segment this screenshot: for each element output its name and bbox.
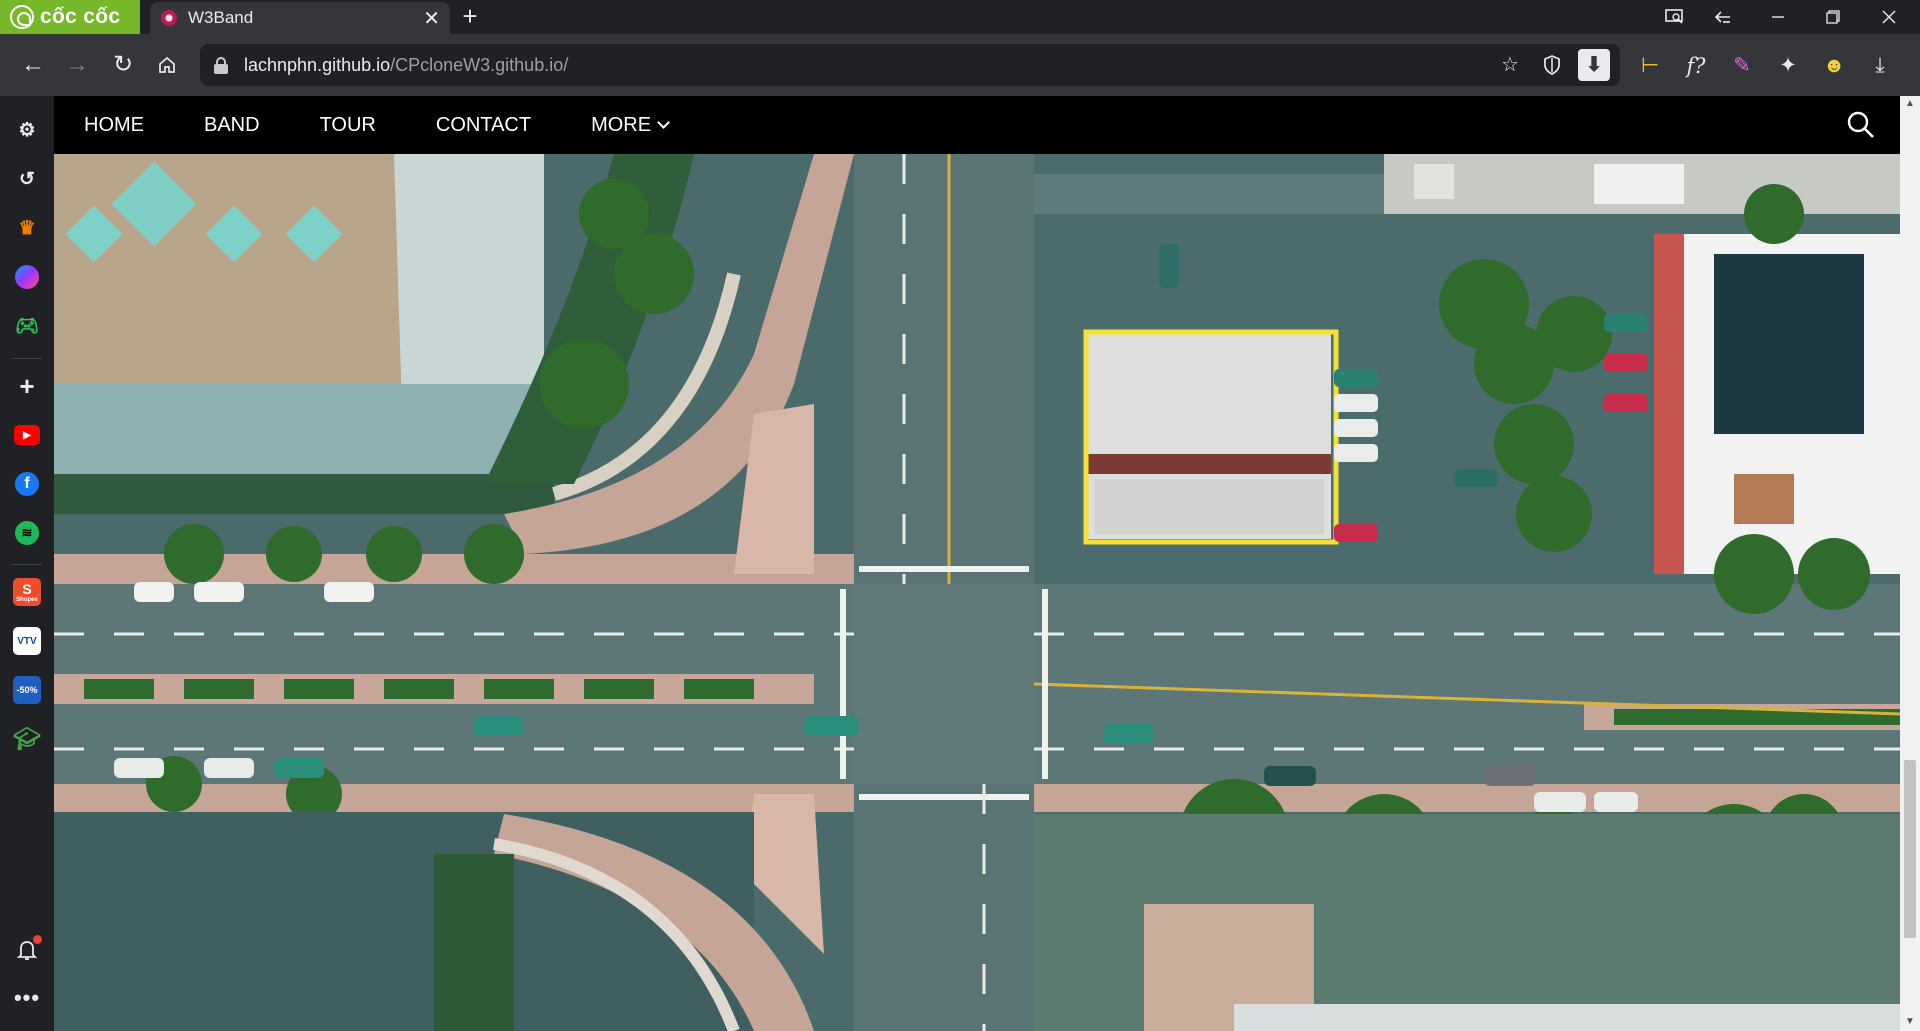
screen-search-icon[interactable] [1652, 0, 1698, 34]
favicon-icon [160, 9, 178, 27]
shopee-label: Shopee [16, 597, 38, 603]
spotify-icon[interactable]: ≋ [11, 517, 43, 549]
gamepad-icon[interactable]: 🎮︎ [11, 310, 43, 342]
scroll-up-icon[interactable]: ▲ [1904, 98, 1916, 110]
save-page-icon[interactable]: ⬇ [1578, 49, 1610, 81]
forward-icon[interactable]: → [60, 48, 94, 82]
close-icon[interactable] [1866, 0, 1912, 34]
vtv-icon[interactable]: VTV [11, 625, 43, 657]
address-bar[interactable]: lachnphn.github.io /CPcloneW3.github.io/… [200, 44, 1620, 86]
back-arrow-icon[interactable] [1700, 0, 1746, 34]
shopee-icon[interactable]: S Shopee [11, 576, 43, 608]
nav-tour[interactable]: TOUR [290, 96, 406, 154]
avatar-icon[interactable]: ☻ [1816, 48, 1852, 84]
hero-aerial-image [54, 154, 1900, 1031]
messenger-icon[interactable] [11, 261, 43, 293]
new-tab-button[interactable]: + [456, 3, 484, 31]
bell-icon[interactable] [11, 934, 43, 966]
home-icon[interactable] [150, 48, 184, 82]
more-icon[interactable]: ••• [11, 982, 43, 1014]
download-icon[interactable]: ⤓ [1862, 48, 1898, 84]
page-viewport: HOME BAND TOUR CONTACT MORE [54, 96, 1900, 1031]
bookmark-star-icon[interactable]: ☆ [1494, 49, 1526, 81]
plus-icon[interactable]: + [11, 370, 43, 402]
chevron-down-icon [657, 116, 670, 129]
browser-brand-label: cốc cốc [40, 5, 121, 28]
history-icon[interactable]: ↺ [11, 163, 43, 195]
url-path: /CPcloneW3.github.io/ [390, 54, 569, 75]
facebook-icon[interactable]: f [11, 468, 43, 500]
lock-icon[interactable] [214, 57, 228, 74]
translate-icon[interactable]: ⊢ [1632, 48, 1668, 84]
notification-dot [33, 935, 42, 944]
scroll-down-icon[interactable]: ▼ [1904, 1016, 1916, 1028]
tab-close-icon[interactable]: ✕ [423, 6, 440, 31]
vtv-label: VTV [13, 627, 41, 655]
restore-icon[interactable] [1810, 0, 1856, 34]
grad-hat-icon[interactable]: 🎓︎ [11, 723, 43, 755]
youtube-icon[interactable]: ▶ [11, 419, 43, 451]
shield-icon[interactable] [1536, 49, 1568, 81]
voucher-label: -50% [13, 676, 41, 704]
back-icon[interactable]: ← [16, 48, 50, 82]
page-scrollbar[interactable]: ▲ ▼ [1900, 96, 1920, 1031]
voucher-icon[interactable]: -50% [11, 674, 43, 706]
reload-icon[interactable]: ↻ [106, 48, 140, 82]
nav-home[interactable]: HOME [54, 96, 174, 154]
settings-icon[interactable]: ⚙ [11, 114, 43, 146]
w3-navbar: HOME BAND TOUR CONTACT MORE [54, 96, 1900, 154]
puzzle-icon[interactable]: ✦ [1770, 48, 1806, 84]
browser-brand[interactable]: cốc cốc [0, 0, 140, 34]
nav-more[interactable]: MORE [561, 96, 698, 154]
minimize-icon[interactable] [1755, 0, 1801, 34]
nav-band[interactable]: BAND [174, 96, 290, 154]
nav-more-label: MORE [591, 114, 652, 136]
scroll-thumb[interactable] [1904, 760, 1916, 938]
crown-icon[interactable]: ♛ [11, 212, 43, 244]
color-picker-icon[interactable]: ✎ [1724, 48, 1760, 84]
coccoc-logo-icon [10, 5, 34, 29]
search-icon[interactable] [1844, 108, 1878, 142]
browser-toolbar: ← → ↻ lachnphn.github.io /CPcloneW3.gith… [0, 34, 1920, 96]
browser-sidebar: ⚙ ↺ ♛ 🎮︎ + ▶ f ≋ S Shopee VTV -50% 🎓︎ ••• [0, 96, 54, 1031]
tab-w3band[interactable]: W3Band ✕ [150, 2, 450, 34]
tab-strip: cốc cốc W3Band ✕ + [0, 0, 1920, 34]
url-host: lachnphn.github.io [244, 54, 391, 75]
formula-icon[interactable]: f? [1678, 48, 1714, 84]
tab-title: W3Band [188, 8, 254, 27]
nav-contact[interactable]: CONTACT [406, 96, 561, 154]
